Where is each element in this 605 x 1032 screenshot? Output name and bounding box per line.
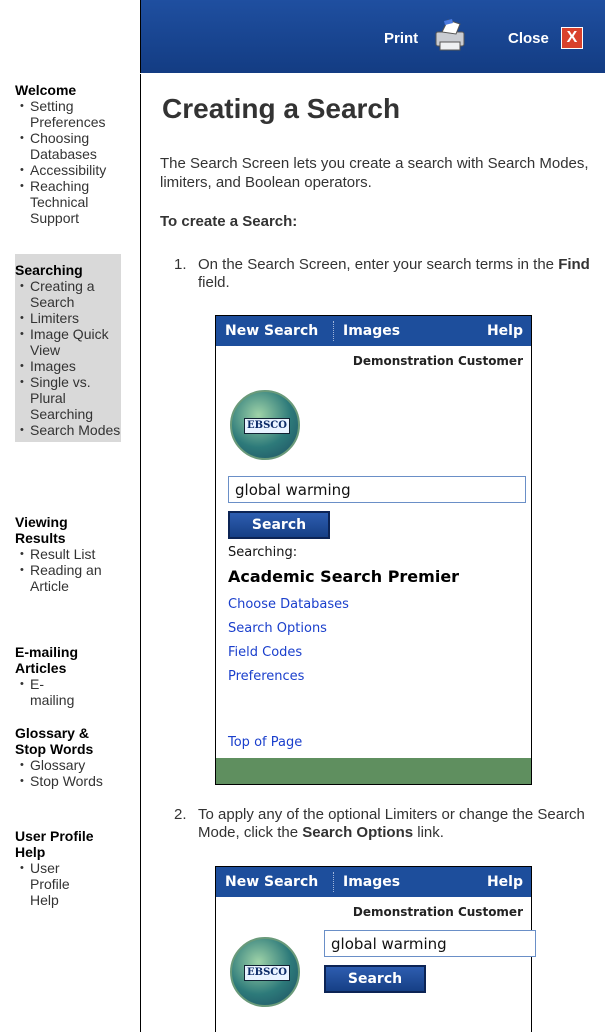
sidebar-item-setting-preferences[interactable]: Setting Preferences bbox=[15, 98, 121, 130]
choose-databases-link[interactable]: Choose Databases bbox=[228, 597, 349, 612]
new-search-link[interactable]: New Search bbox=[225, 323, 318, 339]
sidebar-item-result-list[interactable]: Result List bbox=[15, 546, 121, 562]
instructions-subheading: To create a Search: bbox=[160, 213, 298, 230]
database-name: Academic Search Premier bbox=[228, 567, 460, 586]
toolbar-left-blank bbox=[0, 0, 141, 73]
sidebar-section-searching: Searching Creating a Search Limiters Ima… bbox=[15, 254, 121, 442]
sidebar-section-glossary: Glossary & Stop Words Glossary Stop Word… bbox=[15, 725, 121, 789]
mock-nav-bar: New Search Images Help bbox=[216, 316, 531, 346]
step-number: 1. bbox=[174, 256, 187, 273]
find-field[interactable]: global warming bbox=[324, 930, 536, 957]
sidebar-section-viewing-results: Viewing Results Result List Reading an A… bbox=[15, 514, 121, 594]
preferences-link[interactable]: Preferences bbox=[228, 669, 304, 684]
sidebar-item-reaching-technical-support[interactable]: Reaching Technical Support bbox=[15, 178, 121, 226]
search-button[interactable]: Search bbox=[228, 511, 330, 539]
ebsco-logo-text: EBSCO bbox=[244, 965, 290, 981]
sidebar-item-glossary[interactable]: Glossary bbox=[15, 757, 121, 773]
sidebar-item-user-profile-help[interactable]: User Profile Help bbox=[15, 860, 85, 908]
sidebar-item-search-modes[interactable]: Search Modes bbox=[15, 422, 121, 438]
sidebar-item-accessibility[interactable]: Accessibility bbox=[15, 162, 121, 178]
new-search-link[interactable]: New Search bbox=[225, 874, 318, 890]
sidebar-item-single-vs-plural[interactable]: Single vs. Plural Searching bbox=[15, 374, 121, 422]
sidebar-item-choosing-databases[interactable]: Choosing Databases bbox=[15, 130, 121, 162]
field-codes-link[interactable]: Field Codes bbox=[228, 645, 302, 660]
images-link[interactable]: Images bbox=[343, 874, 400, 890]
sidebar-item-reading-an-article[interactable]: Reading an Article bbox=[15, 562, 121, 594]
search-screen-example-2: New Search Images Help Demonstration Cus… bbox=[215, 866, 536, 1032]
help-link[interactable]: Help bbox=[487, 323, 523, 339]
search-button[interactable]: Search bbox=[324, 965, 426, 993]
ebsco-logo: EBSCO bbox=[230, 390, 300, 460]
close-icon[interactable]: X bbox=[561, 27, 583, 49]
top-of-page-link[interactable]: Top of Page bbox=[228, 735, 302, 750]
sidebar-section-title[interactable]: Welcome bbox=[15, 82, 121, 98]
sidebar-item-stop-words[interactable]: Stop Words bbox=[15, 773, 121, 789]
step-text: To apply any of the optional Limiters or… bbox=[198, 806, 585, 841]
printer-icon[interactable] bbox=[430, 18, 470, 54]
intro-paragraph: The Search Screen lets you create a sear… bbox=[160, 155, 589, 191]
ebsco-logo: EBSCO bbox=[230, 937, 300, 1007]
top-toolbar: Print Close X bbox=[0, 0, 605, 73]
step-text: On the Search Screen, enter your search … bbox=[198, 256, 590, 291]
sidebar-item-creating-a-search[interactable]: Creating a Search bbox=[15, 278, 121, 310]
help-content: Creating a Search The Search Screen lets… bbox=[160, 74, 605, 1032]
mock-nav-bar: New Search Images Help bbox=[216, 867, 531, 897]
sidebar-section-welcome: Welcome Setting Preferences Choosing Dat… bbox=[15, 82, 121, 226]
help-sidebar: Welcome Setting Preferences Choosing Dat… bbox=[0, 74, 141, 1032]
print-button[interactable]: Print bbox=[384, 30, 418, 47]
sidebar-section-emailing: E-mailing Articles E-mailing bbox=[15, 644, 121, 708]
nav-divider bbox=[333, 321, 334, 341]
help-link[interactable]: Help bbox=[487, 874, 523, 890]
find-field[interactable]: global warming bbox=[228, 476, 526, 503]
close-button[interactable]: Close bbox=[508, 30, 549, 47]
sidebar-item-limiters[interactable]: Limiters bbox=[15, 310, 121, 326]
page-title: Creating a Search bbox=[162, 93, 401, 124]
search-options-link[interactable]: Search Options bbox=[228, 621, 327, 636]
sidebar-section-title[interactable]: Searching bbox=[15, 254, 121, 278]
sidebar-section-title[interactable]: Glossary & Stop Words bbox=[15, 725, 121, 757]
sidebar-section-title[interactable]: Viewing Results bbox=[15, 514, 121, 546]
sidebar-section-title[interactable]: User Profile Help bbox=[15, 828, 121, 860]
sidebar-item-images[interactable]: Images bbox=[15, 358, 121, 374]
sidebar-section-user-profile: User Profile Help User Profile Help bbox=[15, 828, 121, 908]
images-link[interactable]: Images bbox=[343, 323, 400, 339]
sidebar-section-title[interactable]: E-mailing Articles bbox=[15, 644, 121, 676]
sidebar-item-emailing[interactable]: E-mailing bbox=[15, 676, 75, 708]
search-screen-example-1: New Search Images Help Demonstration Cus… bbox=[215, 315, 532, 785]
searching-label: Searching: bbox=[228, 545, 298, 560]
ebsco-logo-text: EBSCO bbox=[244, 418, 290, 434]
customer-name: Demonstration Customer bbox=[352, 354, 523, 368]
customer-name: Demonstration Customer bbox=[352, 905, 523, 919]
mock-footer-bar bbox=[216, 758, 531, 784]
step-number: 2. bbox=[174, 806, 187, 823]
sidebar-item-image-quick-view[interactable]: Image Quick View bbox=[15, 326, 121, 358]
nav-divider bbox=[333, 872, 334, 892]
